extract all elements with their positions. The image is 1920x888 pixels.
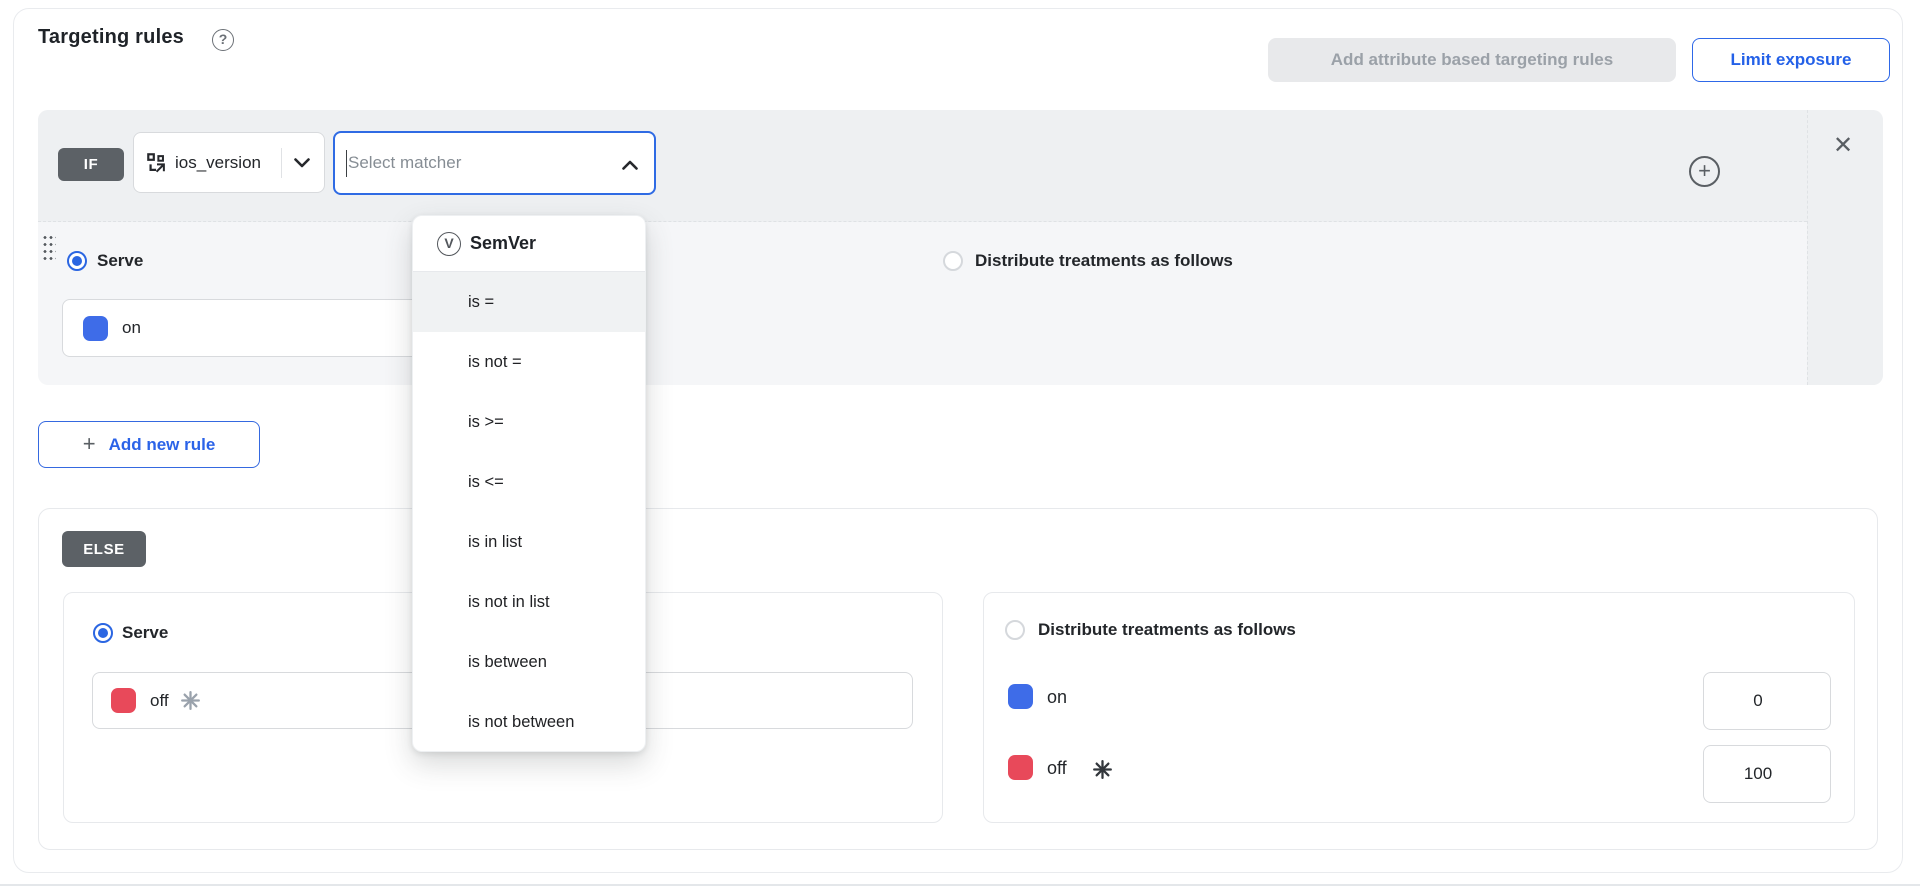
if-distribute-radio[interactable] <box>943 251 963 271</box>
text-caret <box>346 150 347 177</box>
matcher-option[interactable]: is between <box>413 632 645 692</box>
distribute-off-name: off <box>1047 758 1067 779</box>
matcher-dropdown: V SemVer is = is not = is >= is <= is in… <box>412 215 646 752</box>
matcher-option[interactable]: is not between <box>413 692 645 752</box>
add-attribute-rules-label: Add attribute based targeting rules <box>1331 50 1613 70</box>
attribute-divider <box>281 148 282 178</box>
add-new-rule-button[interactable]: + Add new rule <box>38 421 260 468</box>
if-distribute-label[interactable]: Distribute treatments as follows <box>975 251 1233 271</box>
treatment-on-color-swatch <box>83 316 108 341</box>
distribute-off-percentage-input[interactable] <box>1703 745 1831 803</box>
limit-exposure-button[interactable]: Limit exposure <box>1692 38 1890 82</box>
distribute-on-color-swatch <box>1008 684 1033 709</box>
add-attribute-rules-button[interactable]: Add attribute based targeting rules <box>1268 38 1676 82</box>
matcher-group-label: SemVer <box>470 233 536 254</box>
if-treatment-name: on <box>122 318 141 338</box>
matcher-option[interactable]: is >= <box>413 392 645 452</box>
matcher-group-header: V SemVer <box>413 216 645 272</box>
help-icon[interactable]: ? <box>212 29 234 51</box>
if-badge: IF <box>58 148 124 181</box>
plus-icon: + <box>83 431 96 457</box>
add-new-rule-label: Add new rule <box>109 435 216 455</box>
add-condition-icon[interactable]: + <box>1689 156 1720 187</box>
else-distribute-label[interactable]: Distribute treatments as follows <box>1038 620 1296 640</box>
chevron-up-icon <box>622 160 638 170</box>
else-distribute-radio[interactable] <box>1005 620 1025 640</box>
treatment-off-color-swatch <box>111 688 136 713</box>
distribute-on-percentage-input[interactable] <box>1703 672 1831 730</box>
attribute-select[interactable]: ios_version <box>133 132 325 193</box>
attribute-type-icon <box>146 152 168 174</box>
section-bottom-divider <box>0 884 1920 886</box>
else-serve-label[interactable]: Serve <box>122 623 168 643</box>
matcher-select[interactable] <box>333 131 656 195</box>
attribute-value: ios_version <box>175 153 261 173</box>
else-serve-radio[interactable] <box>93 623 113 643</box>
else-badge: ELSE <box>62 531 146 567</box>
version-circle-v-icon: V <box>437 232 461 256</box>
matcher-option[interactable]: is not = <box>413 332 645 392</box>
matcher-input[interactable] <box>348 153 578 173</box>
default-treatment-asterisk-icon <box>1092 759 1113 780</box>
limit-exposure-label: Limit exposure <box>1731 50 1852 70</box>
matcher-option[interactable]: is <= <box>413 452 645 512</box>
else-treatment-name: off <box>150 691 169 711</box>
chevron-down-icon <box>294 158 310 168</box>
matcher-option[interactable]: is in list <box>413 512 645 572</box>
distribute-on-name: on <box>1047 687 1067 708</box>
if-serve-label[interactable]: Serve <box>97 251 143 271</box>
if-serve-radio[interactable] <box>67 251 87 271</box>
page-title: Targeting rules <box>38 26 184 49</box>
drag-handle-icon[interactable] <box>42 234 56 262</box>
matcher-option[interactable]: is = <box>413 272 645 332</box>
distribute-off-color-swatch <box>1008 755 1033 780</box>
default-treatment-asterisk-icon <box>180 690 201 711</box>
targeting-rules-page: Targeting rules ? Add attribute based ta… <box>0 0 1920 888</box>
if-badge-label: IF <box>84 156 99 173</box>
delete-rule-icon[interactable]: ✕ <box>1833 134 1853 158</box>
matcher-option[interactable]: is not in list <box>413 572 645 632</box>
else-badge-label: ELSE <box>83 541 125 558</box>
